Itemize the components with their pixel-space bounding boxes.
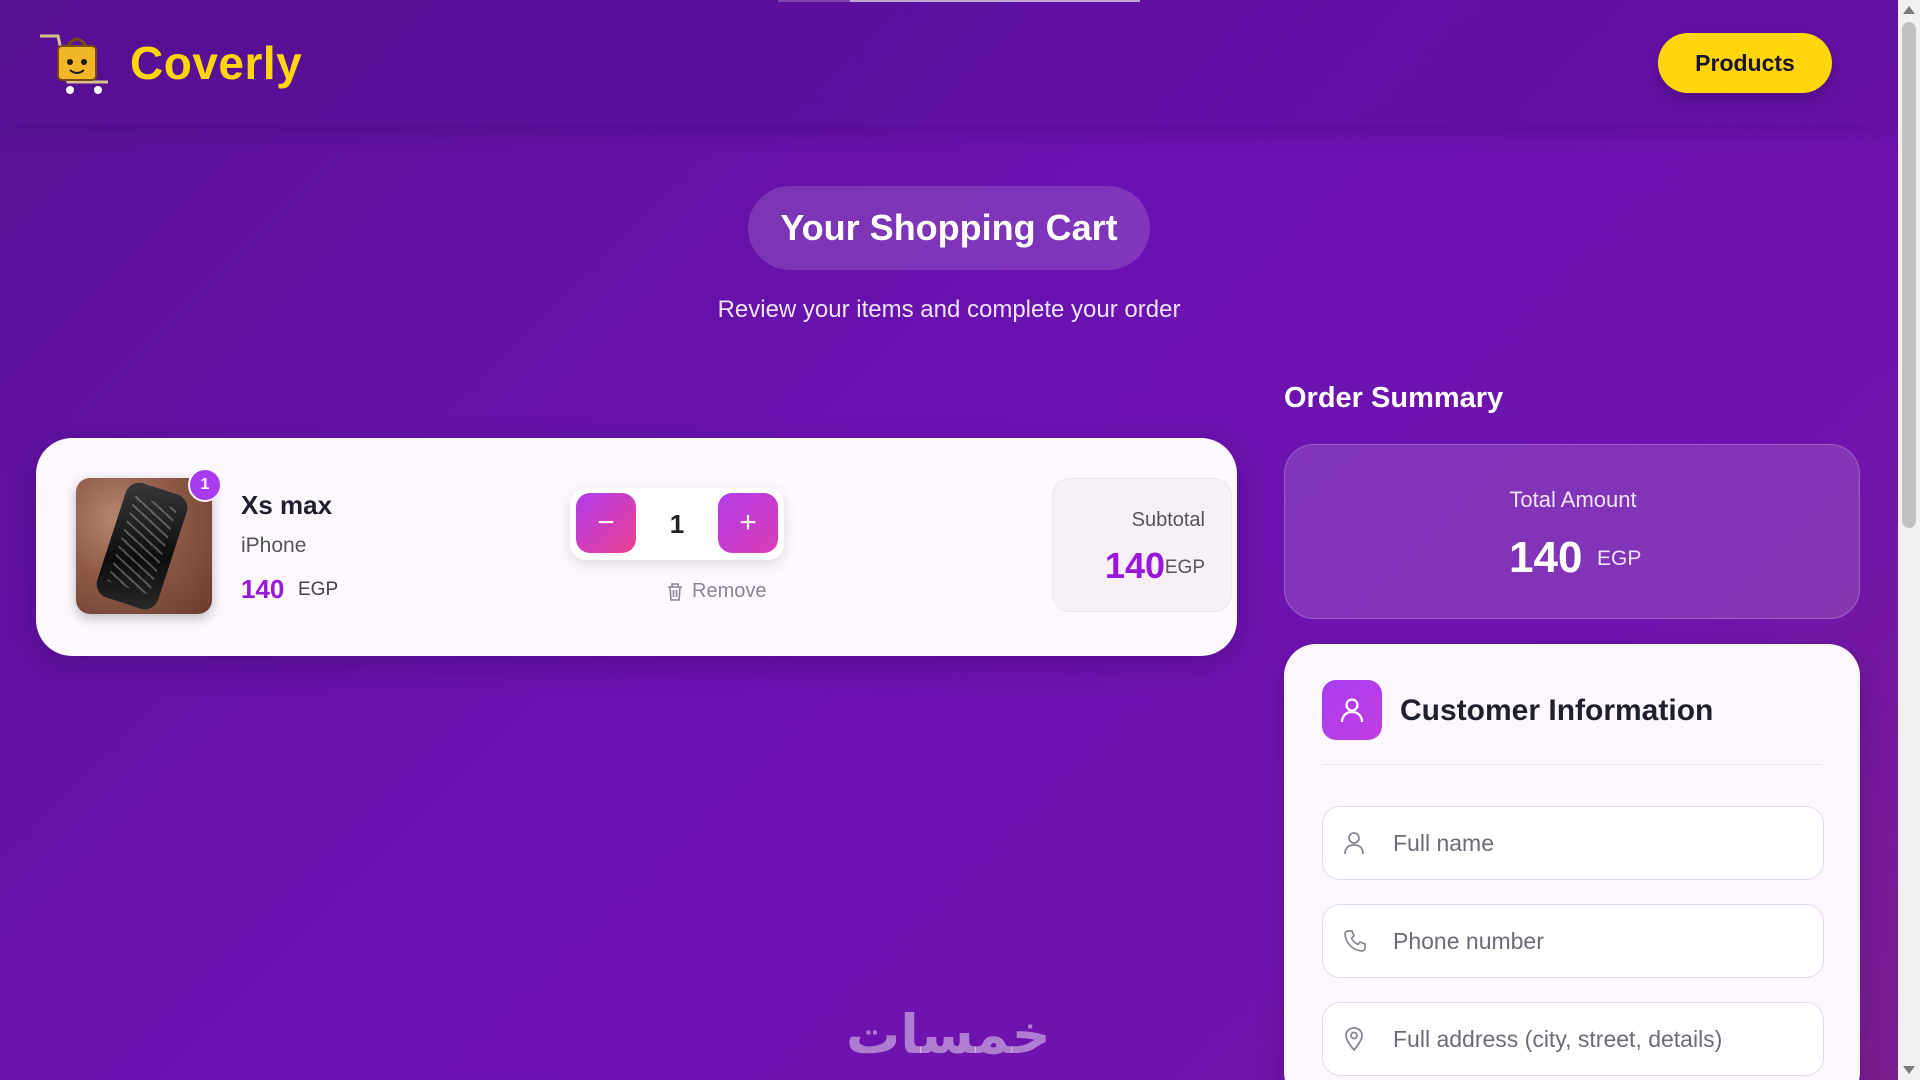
order-summary-title: Order Summary — [1284, 382, 1504, 414]
subtotal-box: Subtotal 140 EGP — [1052, 478, 1232, 612]
product-image[interactable] — [76, 478, 212, 614]
remove-item-button[interactable]: Remove — [666, 580, 766, 603]
map-pin-icon — [1345, 1027, 1363, 1052]
quantity-value: 1 — [669, 508, 685, 539]
vertical-scrollbar[interactable] — [1898, 0, 1920, 1080]
cart-item-card: 1 Xs max iPhone 140 EGP − 1 + Remove Sub… — [36, 438, 1237, 656]
phone-icon — [1344, 930, 1366, 952]
shopping-bag-logo-icon — [34, 30, 118, 96]
total-amount-label: Total Amount — [1509, 487, 1637, 512]
total-amount-card: Total Amount 140 EGP — [1284, 444, 1860, 619]
divider — [1322, 764, 1822, 765]
person-icon — [1344, 832, 1364, 855]
phone-number-input[interactable] — [1393, 905, 1813, 977]
subtotal-currency: EGP — [1164, 557, 1205, 578]
trash-icon — [668, 582, 682, 601]
decrease-quantity-button[interactable]: − — [576, 493, 636, 553]
scroll-up-arrow-icon[interactable] — [1903, 6, 1915, 14]
customer-information-card: Customer Information — [1284, 644, 1860, 1080]
full-name-input[interactable] — [1393, 807, 1813, 879]
scroll-down-arrow-icon[interactable] — [1903, 1066, 1915, 1074]
subtotal-value: 140 — [1104, 545, 1165, 586]
quantity-badge: 1 — [188, 468, 222, 502]
increase-quantity-button[interactable]: + — [718, 493, 778, 553]
brand-name: Coverly — [130, 37, 303, 89]
remove-label: Remove — [692, 580, 767, 602]
brand[interactable]: Coverly — [34, 30, 302, 96]
total-amount-value: 140 — [1509, 533, 1583, 582]
page-subtitle: Review your items and complete your orde… — [717, 296, 1181, 323]
product-price: 140 — [241, 574, 285, 604]
quantity-stepper: − 1 + — [570, 488, 784, 560]
user-icon — [1322, 680, 1382, 740]
full-name-field[interactable] — [1322, 806, 1824, 880]
product-currency: EGP — [298, 579, 339, 600]
phone-case-image — [93, 479, 191, 613]
products-button[interactable]: Products — [1658, 33, 1832, 93]
watermark: خمسات — [846, 1003, 1051, 1066]
subtotal-label: Subtotal — [1131, 509, 1205, 531]
total-amount-currency: EGP — [1597, 547, 1642, 570]
site-header: Coverly Products — [0, 0, 1898, 126]
address-field[interactable] — [1322, 1002, 1824, 1076]
scrollbar-thumb[interactable] — [1902, 22, 1916, 528]
page-title: Your Shopping Cart — [748, 186, 1150, 270]
product-name: Xs max — [241, 490, 333, 520]
product-category: iPhone — [241, 534, 307, 557]
address-input[interactable] — [1393, 1003, 1813, 1075]
customer-information-title: Customer Information — [1400, 694, 1714, 727]
phone-number-field[interactable] — [1322, 904, 1824, 978]
